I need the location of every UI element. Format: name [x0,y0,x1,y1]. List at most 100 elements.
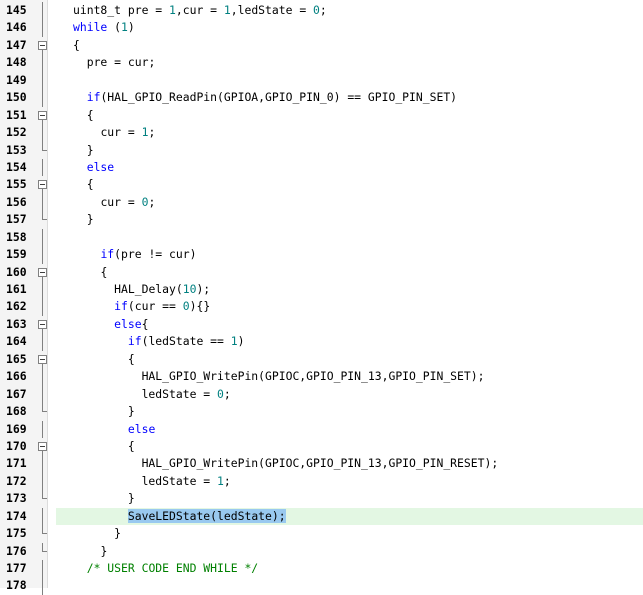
code-text[interactable]: ledState = 1; [73,473,231,490]
code-line[interactable]: 155 { [0,176,643,194]
line-number: 158 [6,229,27,244]
fold-end-marker [38,211,48,228]
fold-marker[interactable] [38,37,48,55]
code-line[interactable]: 162 if(cur == 0){} [0,298,643,316]
code-line[interactable]: 167 ledState = 0; [0,385,643,404]
code-line[interactable]: 145 uint8_t pre = 1,cur = 1,ledState = 0; [0,2,643,20]
fold-collapse-icon[interactable] [38,267,47,277]
code-line[interactable]: 148 pre = cur; [0,54,643,72]
code-text[interactable]: if(HAL_GPIO_ReadPin(GPIOA,GPIO_PIN_0) ==… [73,89,457,106]
code-line[interactable]: 156 cur = 0; [0,193,643,212]
code-line[interactable]: 166 HAL_GPIO_WritePin(GPIOC,GPIO_PIN_13,… [0,368,643,386]
code-text[interactable]: { [73,107,94,124]
code-line[interactable]: 168 } [0,403,643,420]
line-number: 174 [6,508,27,523]
code-text[interactable]: else{ [73,316,148,333]
line-number: 156 [6,194,27,209]
code-text[interactable]: } [73,490,135,507]
code-line[interactable]: 177 /* USER CODE END WHILE */ [0,560,643,578]
code-line[interactable]: 154 else [0,158,643,177]
code-line[interactable]: 150 if(HAL_GPIO_ReadPin(GPIOA,GPIO_PIN_0… [0,89,643,107]
code-token: } [114,526,122,541]
code-text[interactable]: if(cur == 0){} [73,298,210,315]
code-line[interactable]: 170 { [0,438,643,456]
fold-marker[interactable] [38,176,48,194]
code-text[interactable]: if(pre != cur) [73,246,196,263]
code-line[interactable]: 152 cur = 1; [0,124,643,142]
fold-collapse-icon[interactable] [38,180,47,190]
line-number: 153 [6,142,27,157]
code-text[interactable]: } [73,403,135,420]
code-text[interactable]: if(ledState == 1) [73,333,245,350]
code-line[interactable]: 171 HAL_GPIO_WritePin(GPIOC,GPIO_PIN_13,… [0,455,643,473]
code-text[interactable]: SaveLEDState(ledState); [73,508,286,525]
line-number: 167 [6,386,27,401]
code-line[interactable]: 169 else [0,420,643,438]
line-number: 148 [6,55,27,70]
code-text[interactable]: { [73,351,135,368]
code-line[interactable]: 175 } [0,525,643,542]
code-line[interactable]: 159 if(pre != cur) [0,246,643,264]
code-text[interactable]: { [73,176,94,193]
code-line[interactable]: 174 SaveLEDState(ledState); [0,507,643,526]
line-number: 155 [6,177,27,192]
code-token: { [127,351,135,366]
code-editor[interactable]: 145 uint8_t pre = 1,cur = 1,ledState = 0;… [0,0,643,595]
code-line[interactable]: 172 ledState = 1; [0,472,643,491]
fold-marker[interactable] [38,107,48,125]
code-text[interactable]: cur = 1; [73,124,155,141]
code-text[interactable]: } [73,525,121,542]
code-line[interactable]: 146 while (1) [0,19,643,37]
code-text[interactable]: pre = cur; [73,54,156,71]
code-text[interactable]: } [73,543,107,560]
code-text[interactable]: else [73,421,155,438]
line-number: 164 [6,334,27,349]
code-text[interactable]: while (1) [73,19,135,36]
fold-collapse-icon[interactable] [38,441,47,451]
code-text[interactable]: { [73,264,107,281]
code-line[interactable]: 158 [0,228,643,247]
code-line[interactable]: 153 } [0,141,643,159]
fold-marker[interactable] [38,264,48,281]
code-line[interactable]: 178 [0,577,643,595]
code-text[interactable]: { [73,37,80,54]
keyword-token: if [86,90,101,105]
code-lines[interactable]: 145 uint8_t pre = 1,cur = 1,ledState = 0;… [0,2,643,595]
code-text[interactable]: } [73,211,94,228]
code-token: } [127,404,135,419]
fold-collapse-icon[interactable] [38,319,47,329]
code-text[interactable]: HAL_GPIO_WritePin(GPIOC,GPIO_PIN_13,GPIO… [73,368,485,385]
code-line[interactable]: 151 { [0,107,643,125]
keyword-token: else [114,316,142,331]
code-text[interactable]: cur = 0; [73,194,155,211]
code-line[interactable]: 164 if(ledState == 1) [0,333,643,351]
code-token: } [127,491,135,506]
code-line[interactable]: 173 } [0,490,643,507]
fold-marker[interactable] [38,351,48,369]
fold-collapse-icon[interactable] [38,40,47,50]
code-text[interactable]: HAL_GPIO_WritePin(GPIOC,GPIO_PIN_13,GPIO… [73,455,499,472]
code-line[interactable]: 163 else{ [0,316,643,334]
code-text[interactable]: ledState = 0; [73,386,231,403]
number-token: 10 [182,282,197,296]
code-text[interactable]: uint8_t pre = 1,cur = 1,ledState = 0; [73,2,327,19]
code-line[interactable]: 149 [0,71,643,90]
code-line[interactable]: 157 } [0,211,643,228]
line-number: 163 [6,316,27,331]
code-text[interactable]: /* USER CODE END WHILE */ [73,560,258,577]
code-line[interactable]: 176 } [0,542,643,560]
code-line[interactable]: 160 { [0,264,643,281]
fold-collapse-icon[interactable] [38,110,47,120]
code-line[interactable]: 165 { [0,351,643,369]
fold-collapse-icon[interactable] [38,354,47,364]
line-number: 157 [6,212,27,227]
number-token: 0 [217,386,224,401]
code-line[interactable]: 161 HAL_Delay(10); [0,281,643,299]
code-text[interactable]: { [73,438,135,455]
fold-marker[interactable] [38,316,48,334]
code-text[interactable]: else [73,159,114,176]
fold-marker[interactable] [38,438,48,456]
code-line[interactable]: 147 { [0,37,643,55]
code-text[interactable]: } [73,142,94,159]
code-text[interactable]: HAL_Delay(10); [73,281,210,298]
